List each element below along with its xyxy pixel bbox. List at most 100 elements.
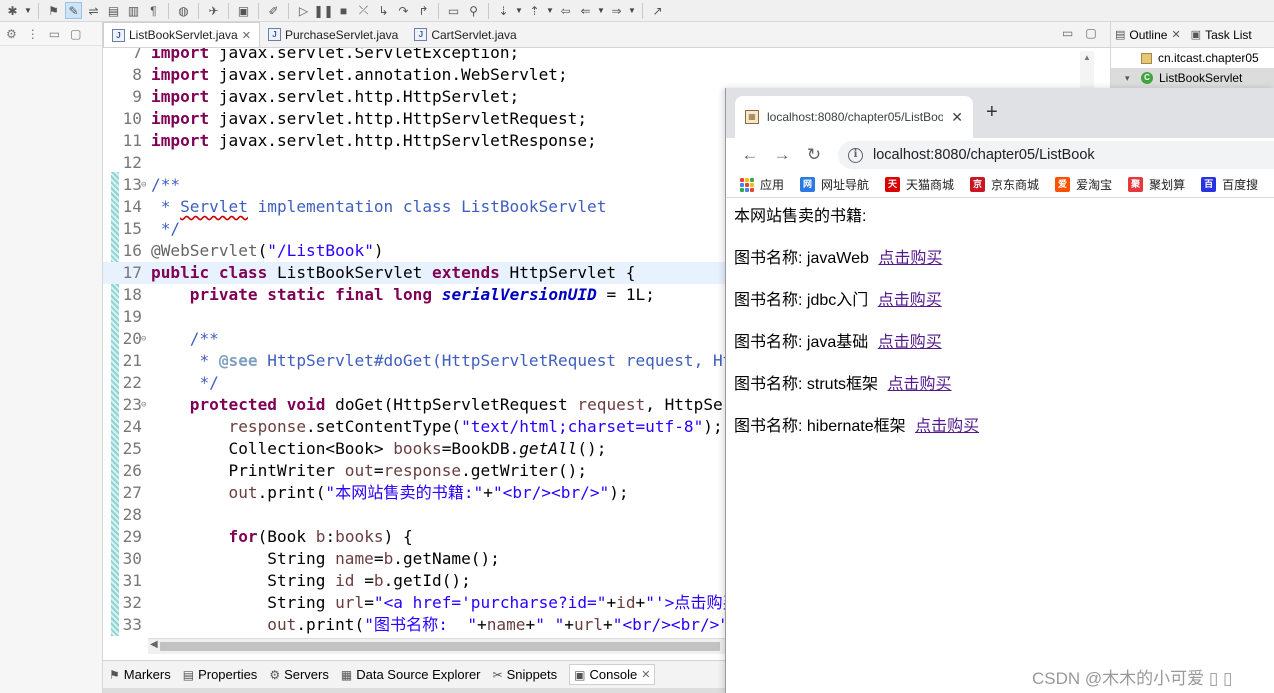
line-number: 21 — [122, 351, 142, 370]
bookmark-favicon-icon: 网 — [800, 177, 816, 192]
java-file-icon: J — [112, 28, 125, 42]
bottom-tab[interactable]: ▣ Console ✕ — [569, 664, 656, 685]
back-icon[interactable]: ⇐ — [577, 2, 594, 19]
bookmark-item[interactable]: 聚聚划算 — [1128, 176, 1185, 193]
disconnect-icon[interactable]: ⤫ — [355, 2, 372, 19]
last-edit-location-icon[interactable]: ⇦ — [557, 2, 574, 19]
close-icon[interactable]: ✕ — [951, 109, 963, 126]
bookmark-label: 网址导航 — [821, 178, 870, 192]
terminal-icon[interactable]: ▣ — [235, 2, 252, 19]
maximize-icon[interactable]: ▢ — [1085, 26, 1096, 40]
buy-link[interactable]: 点击购买 — [915, 418, 979, 435]
bookmark-favicon-icon: 百 — [1201, 177, 1217, 192]
buy-link[interactable]: 点击购买 — [878, 250, 942, 267]
forward-icon[interactable]: ⇒ — [608, 2, 625, 19]
scroll-up-icon[interactable]: ▲ — [1080, 51, 1094, 62]
search-icon[interactable]: ⚲ — [465, 2, 482, 19]
outline-tab[interactable]: ▤ Outline ✕ — [1115, 28, 1181, 42]
maximize-icon[interactable]: ▢ — [70, 27, 81, 41]
bookmark-item[interactable]: 天天猫商城 — [885, 176, 954, 193]
show-whitespace-icon[interactable]: ▥ — [125, 2, 142, 19]
back-arrow-icon[interactable]: ← — [736, 141, 764, 169]
line-number: 19 — [122, 307, 142, 326]
browser-tab-strip: ▦ localhost:8080/chapter05/ListBook ✕ + — [726, 88, 1274, 138]
chevron-down-icon[interactable]: ▼ — [515, 6, 523, 15]
address-bar[interactable]: i localhost:8080/chapter05/ListBook — [838, 141, 1274, 169]
step-return-icon[interactable]: ↱ — [415, 2, 432, 19]
horizontal-scrollbar[interactable]: ◀ — [148, 638, 726, 654]
editor-tab[interactable]: J ListBookServlet.java ✕ — [103, 22, 260, 47]
editor-tab[interactable]: J PurchaseServlet.java — [260, 22, 406, 47]
close-icon[interactable]: ✕ — [641, 668, 650, 681]
more-icon[interactable]: ⋮ — [27, 27, 39, 41]
step-into-icon[interactable]: ↳ — [375, 2, 392, 19]
editor-tab[interactable]: J CartServlet.java — [406, 22, 524, 47]
browser-toolbar: ← → ↻ i localhost:8080/chapter05/ListBoo… — [726, 138, 1274, 172]
chevron-down-icon[interactable]: ▼ — [546, 6, 554, 15]
new-wizard-icon[interactable]: ✱ — [4, 2, 21, 19]
chevron-down-icon[interactable]: ▼ — [597, 6, 605, 15]
bookmark-item[interactable]: 爱爱淘宝 — [1055, 176, 1112, 193]
browser-tab[interactable]: ▦ localhost:8080/chapter05/ListBook ✕ — [735, 96, 973, 138]
main-toolbar: ✱ ▼ ⚑ ✎ ⇌ ▤ ▥ ¶ ◍ ✈ ▣ ✐ ▷ ❚❚ ■ ⤫ ↳ ↷ ↱ ▭ … — [0, 0, 1274, 22]
step-over-icon[interactable]: ↷ — [395, 2, 412, 19]
open-perspective-icon[interactable]: ↗ — [649, 2, 666, 19]
outline-class-item[interactable]: ▾ C ListBookServlet — [1111, 68, 1274, 88]
bookmark-item[interactable]: 百百度搜 — [1201, 176, 1258, 193]
bottom-tab[interactable]: ✂ Snippets — [493, 667, 558, 682]
fold-toggle-icon[interactable]: ⊖ — [141, 174, 146, 196]
close-icon[interactable]: ✕ — [1171, 28, 1180, 41]
bottom-tab[interactable]: ⚙ Servers — [269, 667, 329, 682]
line-number: 23 — [122, 395, 142, 414]
open-type-icon[interactable]: ⚑ — [45, 2, 62, 19]
forward-arrow-icon[interactable]: → — [768, 141, 796, 169]
scrollbar-thumb[interactable] — [160, 642, 720, 651]
info-icon[interactable]: i — [848, 147, 863, 163]
globe-icon[interactable]: ◍ — [175, 2, 192, 19]
code-text: */ — [151, 219, 181, 238]
line-number: 25 — [122, 439, 142, 458]
bookmark-item[interactable]: 应用 — [740, 176, 784, 193]
resume-icon[interactable]: ▷ — [295, 2, 312, 19]
next-annotation-arrow-icon[interactable]: ⇣ — [495, 2, 512, 19]
fold-toggle-icon[interactable]: ⊖ — [141, 394, 146, 416]
previous-annotation-arrow-icon[interactable]: ⇡ — [526, 2, 543, 19]
chevron-down-icon[interactable]: ▼ — [628, 6, 636, 15]
reload-icon[interactable]: ↻ — [800, 141, 828, 169]
toggle-mark-occurrences-icon[interactable]: ✎ — [65, 2, 82, 19]
bookmark-item[interactable]: 网网址导航 — [800, 176, 869, 193]
view-menu-icon[interactable]: ⚙ — [6, 27, 17, 41]
buy-link[interactable]: 点击购买 — [878, 334, 942, 351]
next-annotation-icon[interactable]: ▤ — [105, 2, 122, 19]
bottom-tab[interactable]: ⚑ Markers — [109, 667, 171, 682]
buy-link[interactable]: 点击购买 — [878, 292, 942, 309]
open-task-icon[interactable]: ▭ — [445, 2, 462, 19]
code-text: out.print("图书名称: "+name+" "+url+"<br/><b… — [267, 615, 748, 634]
code-text: import javax.servlet.http.HttpServletRes… — [151, 131, 597, 150]
chevron-down-icon[interactable]: ▼ — [24, 6, 32, 15]
new-tab-icon[interactable]: + — [986, 101, 998, 124]
buy-link[interactable]: 点击购买 — [887, 376, 951, 393]
pilcrow-icon[interactable]: ¶ — [145, 2, 162, 19]
block-selection-icon[interactable]: ⇌ — [85, 2, 102, 19]
code-text: public class ListBookServlet extends Htt… — [151, 263, 636, 282]
code-text: import javax.servlet.http.HttpServletReq… — [151, 109, 588, 128]
suspend-icon[interactable]: ❚❚ — [313, 2, 333, 19]
close-icon[interactable]: ✕ — [242, 29, 251, 42]
bookmark-item[interactable]: 京京东商城 — [970, 176, 1039, 193]
run-icon[interactable]: ✈ — [205, 2, 222, 19]
outline-package-item[interactable]: cn.itcast.chapter05 — [1111, 48, 1274, 68]
bottom-tab[interactable]: ▦ Data Source Explorer — [341, 667, 481, 682]
code-text: * Servlet implementation class ListBookS… — [151, 197, 607, 216]
pin-icon[interactable]: ✐ — [265, 2, 282, 19]
fold-toggle-icon[interactable]: ⊖ — [141, 328, 146, 350]
line-number: 31 — [122, 571, 142, 590]
scroll-left-icon[interactable]: ◀ — [150, 639, 158, 650]
outline-tab[interactable]: ▣ Task List — [1191, 28, 1252, 42]
chevron-down-icon[interactable]: ▾ — [1125, 73, 1135, 84]
minimize-icon[interactable]: ▭ — [1062, 26, 1073, 40]
minimize-icon[interactable]: ▭ — [49, 27, 60, 41]
bottom-tab[interactable]: ▤ Properties — [183, 667, 258, 682]
book-name: javaWeb — [806, 250, 874, 267]
terminate-icon[interactable]: ■ — [335, 2, 352, 19]
